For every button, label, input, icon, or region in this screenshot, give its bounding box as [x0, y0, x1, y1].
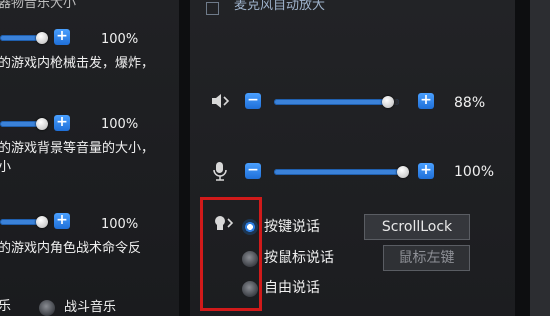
speaker-increase-button[interactable]: + [418, 93, 434, 109]
free-talk-label: 自由说话 [264, 280, 320, 296]
mic-volume-slider[interactable] [274, 169, 408, 175]
auto-gain-label: 麦克风自动放大 [234, 0, 326, 13]
mouse-to-talk-key-button[interactable]: 鼠标左键 [383, 245, 470, 271]
bottom-cut-label: 乐 [0, 299, 12, 314]
speaker-decrease-button[interactable]: − [245, 93, 261, 109]
top-cut-label: 器物音乐大小 [0, 0, 77, 11]
push-to-talk-key-button[interactable]: ScrollLock [364, 214, 470, 240]
panel-divider-right [515, 0, 530, 316]
increase-button-3[interactable]: + [54, 213, 70, 229]
battle-music-radio[interactable] [39, 300, 55, 316]
push-to-talk-label: 按键说话 [264, 219, 320, 235]
speaker-icon [211, 93, 235, 113]
increase-button-2[interactable]: + [54, 115, 70, 131]
battle-music-label: 战斗音乐 [64, 300, 117, 315]
scroll-gutter [530, 0, 550, 316]
game-audio-panel [0, 0, 179, 316]
panel-divider [179, 0, 190, 316]
slider-knob-1[interactable] [36, 32, 48, 44]
mic-decrease-button[interactable]: − [245, 163, 261, 179]
mouse-to-talk-label: 按鼠标说话 [264, 250, 334, 266]
slider-knob-3[interactable] [36, 216, 48, 228]
increase-button-1[interactable]: + [54, 29, 70, 45]
highlight-box [200, 197, 262, 311]
mic-slider-knob[interactable] [397, 166, 409, 178]
speaker-slider-knob[interactable] [382, 96, 394, 108]
speaker-volume-slider[interactable] [274, 99, 399, 105]
auto-gain-checkbox[interactable] [206, 2, 219, 15]
description-2-line2: 小 [0, 160, 12, 175]
mic-increase-button[interactable]: + [418, 163, 434, 179]
microphone-icon [212, 161, 228, 185]
description-1: 的游戏内枪械击发，爆炸， [0, 56, 155, 71]
description-3: 的游戏内角色战术命令反 [0, 241, 142, 256]
speaker-percent: 88% [454, 95, 486, 111]
mic-percent: 100% [454, 164, 495, 180]
volume-percent-2: 100% [101, 117, 139, 132]
volume-percent-3: 100% [101, 217, 139, 232]
volume-percent-1: 100% [101, 32, 139, 47]
slider-knob-2[interactable] [36, 118, 48, 130]
description-2: 的游戏背景等音量的大小， [0, 141, 155, 156]
